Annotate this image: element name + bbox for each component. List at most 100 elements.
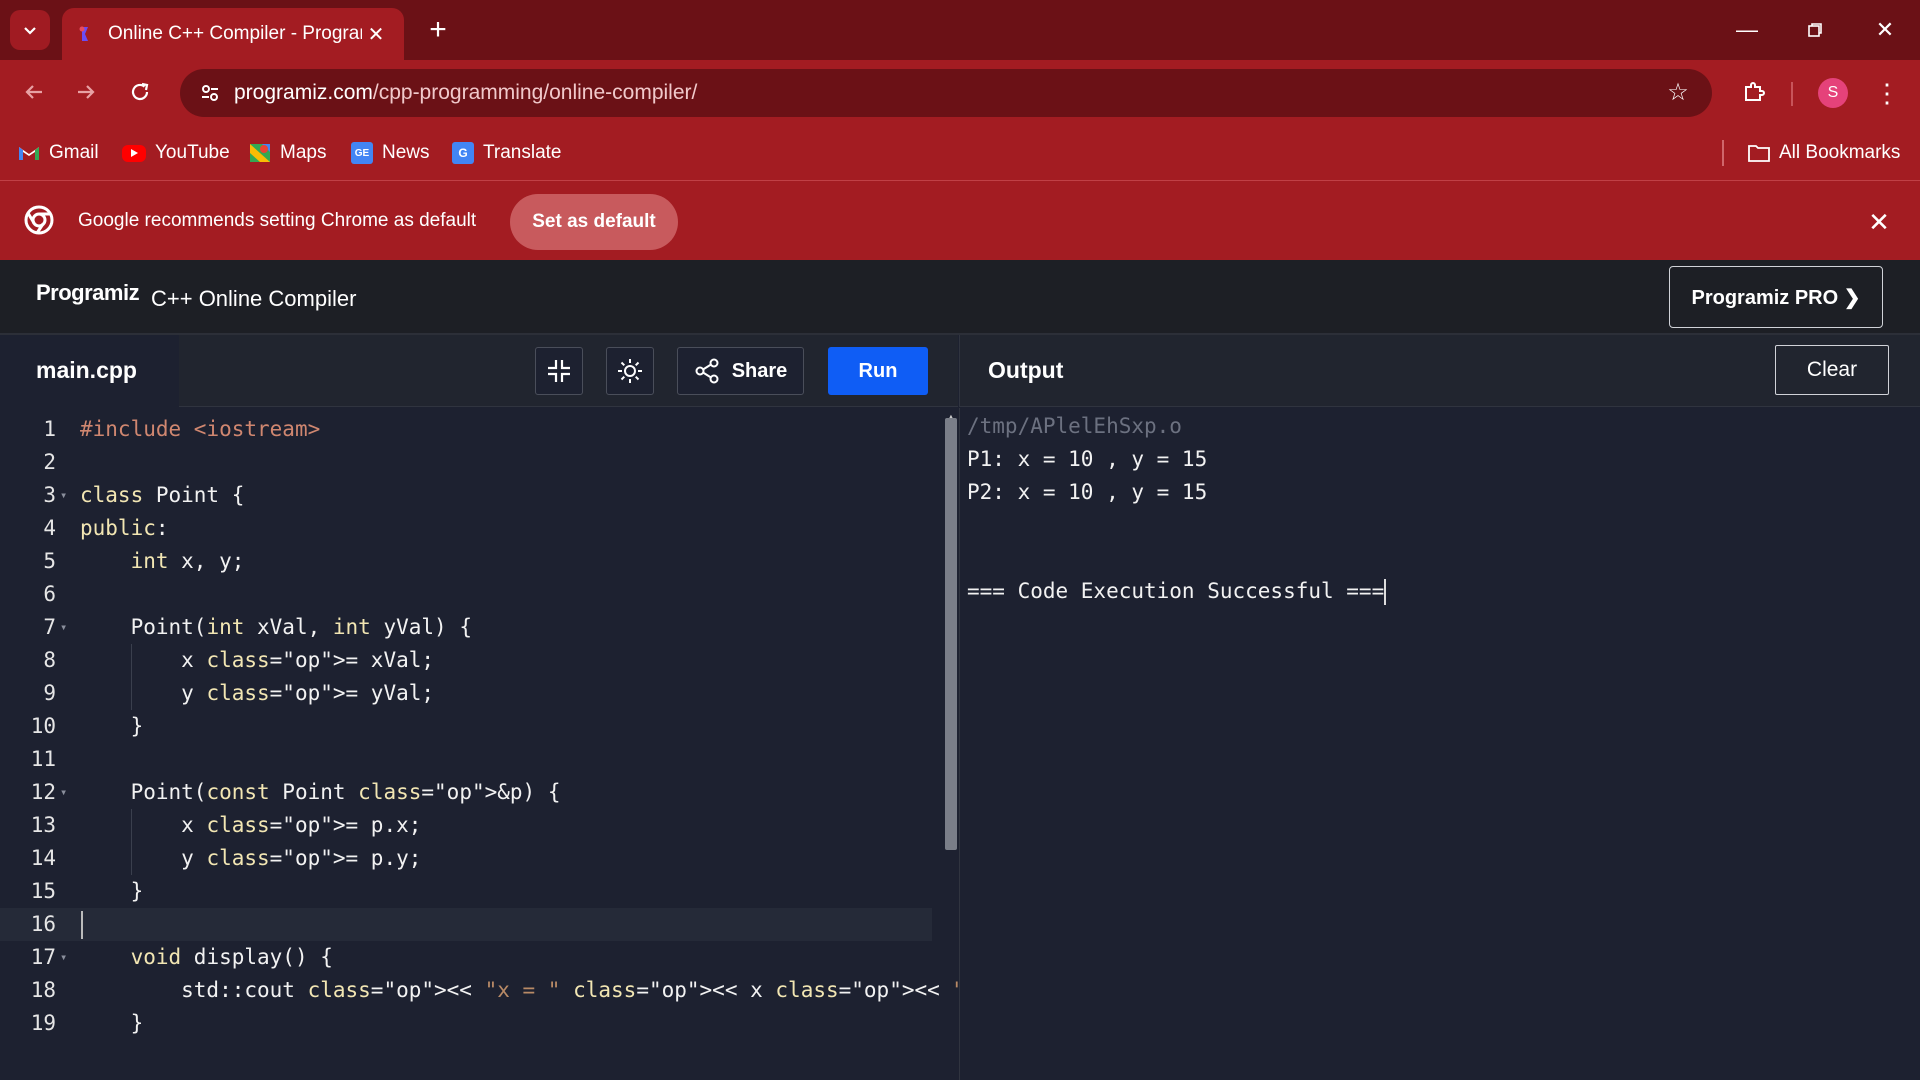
code-line[interactable]: 16 bbox=[0, 908, 932, 941]
code-line[interactable]: 9 y class="op">= yVal; bbox=[0, 677, 932, 710]
code-line[interactable]: 7 ▾ Point(int xVal, int yVal) { bbox=[0, 611, 932, 644]
fold-arrow-icon[interactable]: ▾ bbox=[60, 776, 67, 809]
theme-toggle-button[interactable] bbox=[606, 347, 654, 395]
code-text: y class="op">= yVal; bbox=[80, 681, 435, 705]
code-line[interactable]: 13 x class="op">= p.x; bbox=[0, 809, 932, 842]
output-panel[interactable]: /tmp/APlelEhSxp.o P1: x = 10 , y = 15 P2: … bbox=[959, 408, 1920, 1080]
code-editor[interactable]: 1 #include <iostream> 2 3 ▾ class Point { 4 pub… bbox=[0, 408, 1585, 1080]
line-number: 17 bbox=[30, 945, 56, 969]
line-number: 14 bbox=[30, 846, 56, 870]
file-tab[interactable]: main.cpp bbox=[0, 335, 179, 407]
gmail-icon bbox=[18, 142, 40, 164]
set-as-default-button[interactable]: Set as default bbox=[510, 194, 678, 250]
code-text: void display() { bbox=[130, 945, 333, 969]
tab-title: Online C++ Compiler - Programiz bbox=[108, 23, 362, 44]
code-line[interactable]: 4 public: bbox=[0, 512, 932, 545]
bookmarks-divider bbox=[1722, 140, 1724, 166]
maps-icon bbox=[249, 142, 271, 164]
clear-button[interactable]: Clear bbox=[1775, 345, 1889, 395]
bookmark-gmail[interactable]: Gmail bbox=[18, 138, 99, 168]
output-line: P1: x = 10 , y = 15 bbox=[967, 447, 1208, 471]
new-tab-button[interactable]: + bbox=[420, 12, 456, 48]
code-line[interactable]: 5 int x, y; bbox=[0, 545, 932, 578]
chrome-logo-icon bbox=[24, 205, 54, 235]
arrow-left-icon bbox=[25, 85, 42, 99]
restore-button[interactable] bbox=[1790, 10, 1840, 50]
code-line[interactable]: 10 } bbox=[0, 710, 932, 743]
line-number: 16 bbox=[30, 912, 56, 936]
fullscreen-exit-button[interactable] bbox=[535, 347, 583, 395]
share-button[interactable]: Share bbox=[677, 347, 804, 395]
code-line[interactable]: 14 y class="op">= p.y; bbox=[0, 842, 932, 875]
browser-tab-active[interactable]: Online C++ Compiler - Programiz ✕ bbox=[62, 8, 404, 60]
line-number: 9 bbox=[43, 681, 56, 705]
minimize-button[interactable]: — bbox=[1722, 10, 1772, 50]
tab-close-icon[interactable]: ✕ bbox=[362, 22, 390, 47]
url-path: /cpp-programming/online-compiler/ bbox=[372, 81, 698, 104]
fold-arrow-icon[interactable]: ▾ bbox=[60, 479, 67, 512]
run-button[interactable]: Run bbox=[828, 347, 928, 395]
line-number: 10 bbox=[30, 714, 56, 738]
code-line[interactable]: 11 bbox=[0, 743, 932, 776]
bookmark-translate[interactable]: G Translate bbox=[452, 138, 562, 168]
tab-strip: Online C++ Compiler - Programiz ✕ + — ✕ bbox=[0, 0, 1920, 60]
forward-button[interactable] bbox=[66, 72, 106, 112]
code-line[interactable]: 1 #include <iostream> bbox=[0, 413, 932, 446]
all-bookmarks-label: All Bookmarks bbox=[1779, 142, 1901, 163]
default-browser-infobar: Google recommends setting Chrome as defa… bbox=[0, 180, 1920, 260]
reload-button[interactable] bbox=[120, 72, 160, 112]
code-text: } bbox=[80, 714, 144, 738]
output-toolbar: Output Clear bbox=[959, 335, 1920, 407]
code-line[interactable]: 17 ▾ void display() { bbox=[0, 941, 932, 974]
output-title: Output bbox=[988, 357, 1064, 383]
back-button[interactable] bbox=[14, 72, 54, 112]
page-title: C++ Online Compiler bbox=[151, 286, 357, 311]
infobar-message: Google recommends setting Chrome as defa… bbox=[78, 210, 477, 231]
all-bookmarks-button[interactable]: All Bookmarks bbox=[1748, 138, 1900, 168]
output-line: P2: x = 10 , y = 15 bbox=[967, 480, 1208, 504]
fold-arrow-icon[interactable]: ▾ bbox=[60, 611, 67, 644]
address-bar[interactable]: programiz.com/cpp-programming/online-com… bbox=[180, 69, 1712, 117]
chrome-menu-icon[interactable]: ⋮ bbox=[1872, 76, 1902, 110]
bookmark-star-icon[interactable]: ☆ bbox=[1662, 77, 1694, 109]
editor-scrollbar[interactable] bbox=[945, 418, 957, 850]
line-number: 4 bbox=[43, 516, 56, 540]
code-text: x class="op">= xVal; bbox=[80, 648, 435, 672]
share-icon bbox=[695, 358, 719, 384]
bookmark-youtube[interactable]: YouTube bbox=[122, 138, 230, 168]
text-cursor bbox=[81, 911, 83, 939]
code-line[interactable]: 15 } bbox=[0, 875, 932, 908]
code-text: public: bbox=[80, 516, 169, 540]
code-line[interactable]: 3 ▾ class Point { bbox=[0, 479, 932, 512]
code-line[interactable]: 18 std::cout class="op"><< "x = " class=… bbox=[0, 974, 1585, 1007]
line-number: 7 bbox=[43, 615, 56, 639]
url-text: programiz.com/cpp-programming/online-com… bbox=[234, 81, 697, 105]
close-window-button[interactable]: ✕ bbox=[1860, 10, 1910, 50]
browser-toolbar: programiz.com/cpp-programming/online-com… bbox=[0, 60, 1920, 126]
programiz-pro-button[interactable]: Programiz PRO ❯ bbox=[1669, 266, 1883, 328]
profile-avatar[interactable]: S bbox=[1818, 78, 1848, 108]
tune-icon bbox=[202, 85, 218, 101]
bookmark-label: YouTube bbox=[155, 142, 230, 163]
line-number: 1 bbox=[43, 417, 56, 441]
site-info-button[interactable] bbox=[186, 69, 234, 117]
url-host: programiz.com bbox=[234, 81, 373, 104]
toolbar-divider bbox=[1791, 82, 1793, 106]
site-header: Programiz C++ Online Compiler Programiz … bbox=[0, 260, 1920, 335]
programiz-logo[interactable]: Programiz bbox=[36, 280, 140, 306]
close-icon[interactable]: ✕ bbox=[1862, 205, 1896, 239]
code-text: } bbox=[80, 1011, 144, 1035]
code-line[interactable]: 2 bbox=[0, 446, 932, 479]
bookmark-maps[interactable]: Maps bbox=[249, 138, 326, 168]
code-line[interactable]: 12 ▾ Point(const Point class="op">&p) { bbox=[0, 776, 932, 809]
code-line[interactable]: 6 bbox=[0, 578, 932, 611]
fold-arrow-icon[interactable]: ▾ bbox=[60, 941, 67, 974]
extensions-button[interactable] bbox=[1736, 74, 1772, 110]
bookmark-news[interactable]: GE News bbox=[351, 138, 430, 168]
tab-search-button[interactable] bbox=[10, 10, 50, 50]
code-line[interactable]: 19 } bbox=[0, 1007, 932, 1040]
code-line[interactable]: 8 x class="op">= xVal; bbox=[0, 644, 932, 677]
line-number: 15 bbox=[30, 879, 56, 903]
line-number: 3 bbox=[43, 483, 56, 507]
indent-guide bbox=[131, 644, 132, 710]
